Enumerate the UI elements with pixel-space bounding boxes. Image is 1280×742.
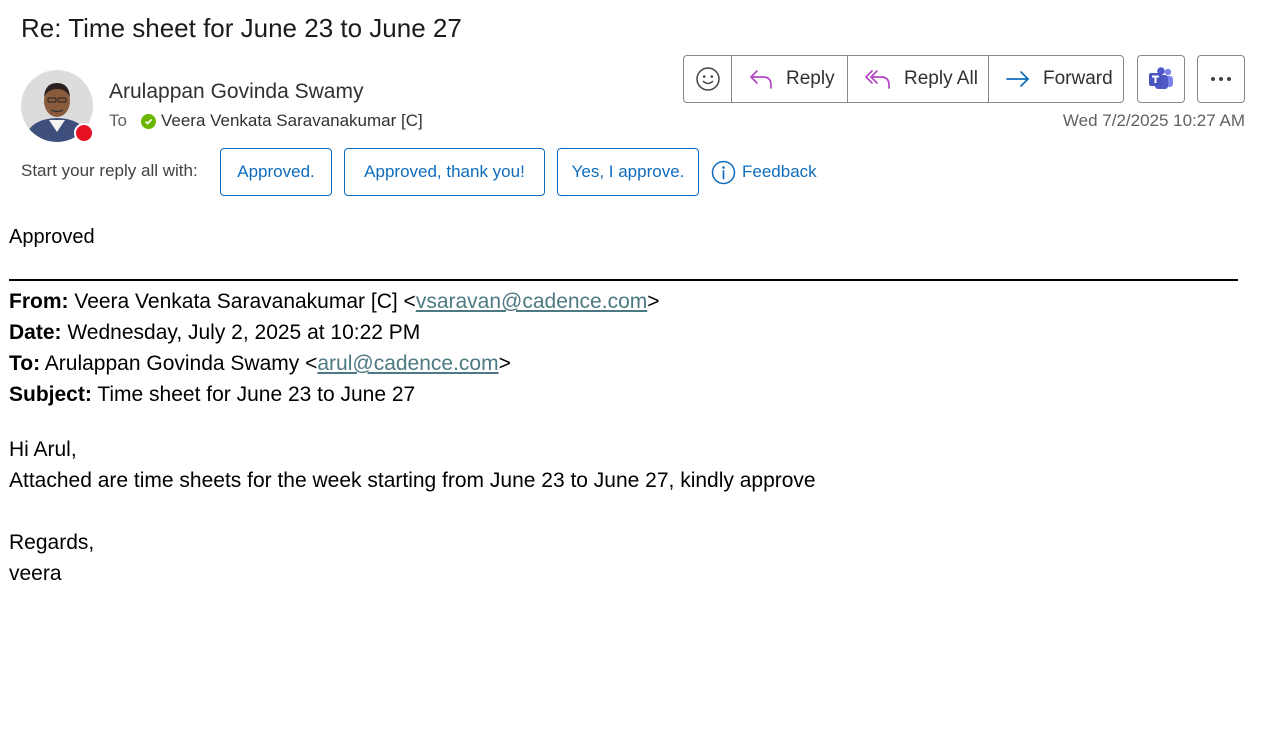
date-label: Date: [9,321,62,344]
quoted-to-line: To: Arulappan Govinda Swamy <arul@cadenc… [9,352,511,376]
available-presence-icon [140,113,156,129]
feedback-label: Feedback [742,162,817,181]
smiley-icon [695,67,720,91]
message-closing: Regards, [9,531,95,554]
teams-icon [1149,67,1173,89]
quoted-date-line: Date: Wednesday, July 2, 2025 at 10:22 P… [9,321,420,345]
suggested-reply-approved[interactable]: Approved. [220,148,332,196]
reply-arrow-icon [750,70,772,89]
to-close: > [498,352,511,375]
to-header-label: To: [9,352,41,375]
suggested-reply-yes-approve[interactable]: Yes, I approve. [557,148,699,196]
received-timestamp: Wed 7/2/2025 10:27 AM [1062,111,1245,130]
subject-value: Time sheet for June 23 to June 27 [97,383,416,406]
from-name: Veera Venkata Saravanakumar [C] < [74,290,416,313]
date-value: Wednesday, July 2, 2025 at 10:22 PM [67,321,421,344]
subject-label: Subject: [9,383,92,406]
react-button[interactable] [684,56,732,102]
email-subject: Re: Time sheet for June 23 to June 27 [21,13,462,43]
message-body: Attached are time sheets for the week st… [9,469,816,492]
suggested-replies-label: Start your reply all with: [21,161,198,180]
from-label: From: [9,290,69,313]
to-email-link[interactable]: arul@cadence.com [317,352,498,375]
teams-chat-button[interactable] [1137,55,1185,103]
quoted-subject-line: Subject: Time sheet for June 23 to June … [9,383,415,407]
forward-arrow-icon [1006,71,1029,87]
forward-label: Forward [1043,68,1113,89]
to-name: Arulappan Govinda Swamy < [44,352,318,375]
quoted-from-line: From: Veera Venkata Saravanakumar [C] <v… [9,290,660,314]
busy-presence-icon [74,123,94,143]
sender-name[interactable]: Arulappan Govinda Swamy [109,80,363,104]
recipient-line: To Veera Venkata Saravanakumar [C] [109,111,423,131]
message-action-bar: Reply Reply All Forward [683,55,1124,103]
to-label: To [109,111,127,130]
quoted-message-divider [9,279,1238,281]
message-signature: veera [9,562,62,585]
reply-body-text: Approved [9,226,95,248]
more-icon [1211,77,1231,81]
reply-all-label: Reply All [904,68,978,89]
info-icon [711,160,736,184]
reply-label: Reply [786,68,835,89]
suggested-reply-approved-thanks[interactable]: Approved, thank you! [344,148,545,196]
feedback-link[interactable]: Feedback [711,159,817,185]
message-greeting: Hi Arul, [9,438,77,461]
from-email-link[interactable]: vsaravan@cadence.com [416,290,647,313]
reply-button[interactable]: Reply [732,56,848,102]
forward-button[interactable]: Forward [989,56,1123,102]
from-close: > [647,290,660,313]
reply-all-arrow-icon [865,70,890,89]
more-actions-button[interactable] [1197,55,1245,103]
reply-all-button[interactable]: Reply All [848,56,989,102]
recipient-name[interactable]: Veera Venkata Saravanakumar [C] [161,111,423,131]
